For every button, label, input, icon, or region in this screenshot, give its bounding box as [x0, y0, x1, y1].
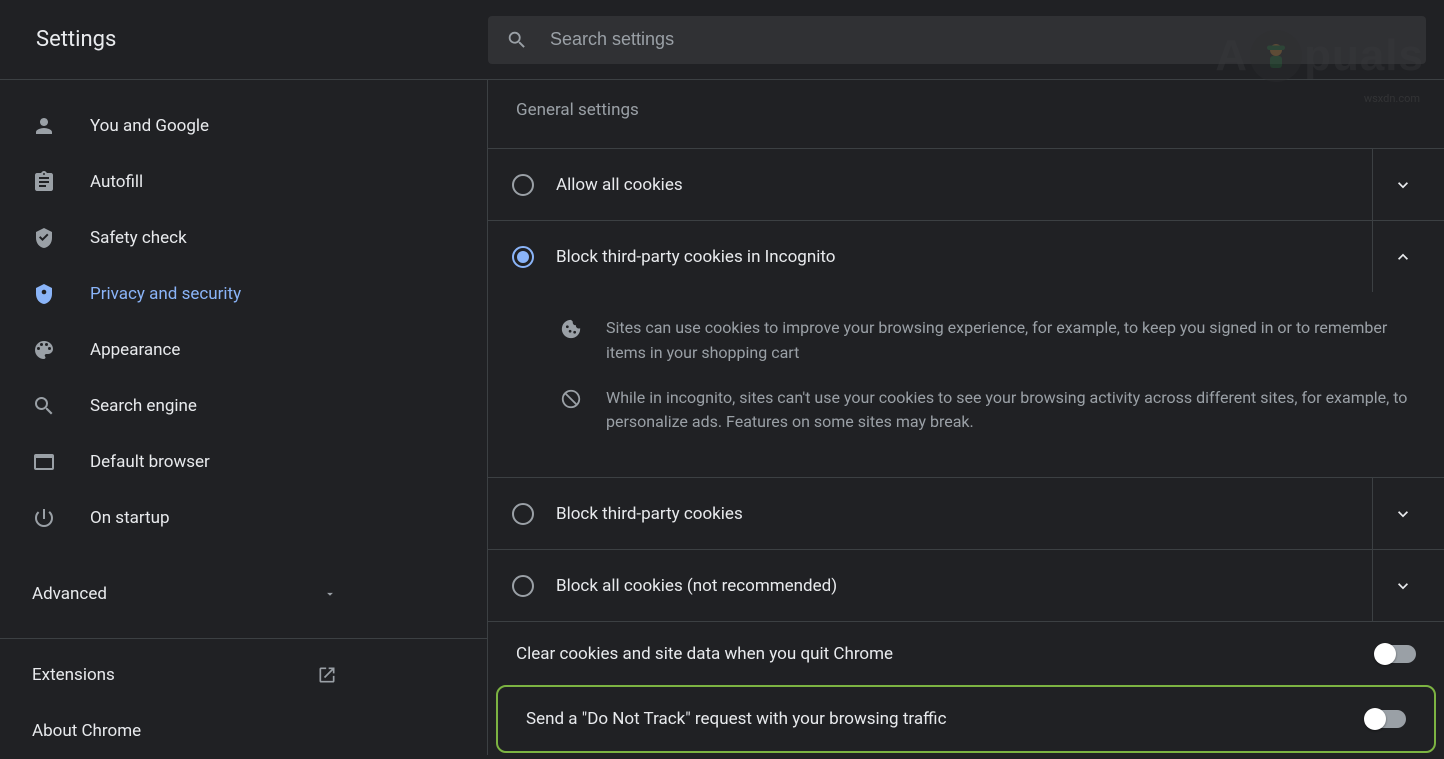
sidebar-item-default-browser[interactable]: Default browser: [0, 434, 487, 490]
radio-icon: [512, 575, 534, 597]
radio-block-third-party-incognito[interactable]: Block third-party cookies in Incognito: [488, 220, 1444, 292]
browser-icon: [32, 450, 56, 474]
sidebar-item-label: You and Google: [90, 116, 209, 136]
radio-label: Allow all cookies: [556, 175, 1372, 195]
shield-check-icon: [32, 226, 56, 250]
person-icon: [32, 114, 56, 138]
radio-details: Sites can use cookies to improve your br…: [488, 292, 1444, 477]
search-input[interactable]: [550, 29, 1426, 50]
sidebar-item-label: On startup: [90, 508, 170, 528]
extensions-label: Extensions: [32, 665, 115, 685]
chevron-up-icon: [1393, 247, 1413, 267]
block-icon: [560, 388, 582, 410]
clipboard-icon: [32, 170, 56, 194]
sidebar-item-privacy-security[interactable]: Privacy and security: [0, 266, 487, 322]
radio-block-all-cookies[interactable]: Block all cookies (not recommended): [488, 549, 1444, 621]
expand-button[interactable]: [1372, 149, 1432, 220]
expand-button[interactable]: [1372, 550, 1432, 621]
toggle-knob: [1364, 708, 1386, 730]
sidebar-item-label: Default browser: [90, 452, 210, 472]
collapse-button[interactable]: [1372, 221, 1432, 292]
radio-label: Block all cookies (not recommended): [556, 576, 1372, 596]
radio-icon: [512, 174, 534, 196]
sidebar-item-label: Search engine: [90, 396, 197, 416]
search-box[interactable]: [488, 16, 1426, 64]
radio-label: Block third-party cookies: [556, 504, 1372, 524]
about-label: About Chrome: [32, 721, 141, 741]
sidebar-item-safety-check[interactable]: Safety check: [0, 210, 487, 266]
highlight-box: Send a "Do Not Track" request with your …: [496, 685, 1436, 753]
search-icon: [32, 394, 56, 418]
radio-allow-all-cookies[interactable]: Allow all cookies: [488, 148, 1444, 220]
sidebar-item-autofill[interactable]: Autofill: [0, 154, 487, 210]
sidebar-item-you-and-google[interactable]: You and Google: [0, 98, 487, 154]
sidebar-item-appearance[interactable]: Appearance: [0, 322, 487, 378]
chevron-down-icon: [323, 587, 337, 601]
cookie-icon: [560, 318, 582, 340]
sidebar-item-label: Privacy and security: [90, 284, 241, 304]
detail-text: Sites can use cookies to improve your br…: [606, 316, 1414, 366]
page-title: Settings: [0, 27, 488, 52]
advanced-label: Advanced: [32, 584, 107, 604]
search-icon: [506, 29, 528, 51]
toggle-label: Send a "Do Not Track" request with your …: [526, 709, 1366, 729]
sidebar-item-search-engine[interactable]: Search engine: [0, 378, 487, 434]
toggle-do-not-track[interactable]: Send a "Do Not Track" request with your …: [498, 687, 1434, 751]
content: General settings Allow all cookies Block…: [488, 80, 1444, 755]
toggle-switch[interactable]: [1366, 710, 1406, 728]
palette-icon: [32, 338, 56, 362]
toggle-switch[interactable]: [1376, 645, 1416, 663]
radio-icon: [512, 246, 534, 268]
sidebar-item-label: Safety check: [90, 228, 187, 248]
chevron-down-icon: [1393, 175, 1413, 195]
expand-button[interactable]: [1372, 478, 1432, 549]
chevron-down-icon: [1393, 504, 1413, 524]
toggle-label: Clear cookies and site data when you qui…: [516, 644, 1376, 664]
shield-icon: [32, 282, 56, 306]
layout: You and Google Autofill Safety check Pri…: [0, 80, 1444, 755]
radio-icon: [512, 503, 534, 525]
sidebar-item-label: Appearance: [90, 340, 180, 360]
sidebar-item-label: Autofill: [90, 172, 143, 192]
chevron-down-icon: [1393, 576, 1413, 596]
power-icon: [32, 506, 56, 530]
toggle-knob: [1374, 643, 1396, 665]
detail-text: While in incognito, sites can't use your…: [606, 386, 1414, 436]
detail-row: Sites can use cookies to improve your br…: [560, 316, 1414, 366]
header: Settings: [0, 0, 1444, 80]
radio-label: Block third-party cookies in Incognito: [556, 247, 1372, 267]
open-in-new-icon: [317, 665, 337, 685]
sidebar-item-about-chrome[interactable]: About Chrome: [0, 703, 487, 759]
section-title: General settings: [488, 100, 1444, 148]
toggle-clear-on-quit[interactable]: Clear cookies and site data when you qui…: [488, 621, 1444, 685]
sidebar-divider: [0, 638, 487, 639]
sidebar: You and Google Autofill Safety check Pri…: [0, 80, 488, 755]
detail-row: While in incognito, sites can't use your…: [560, 386, 1414, 436]
radio-block-third-party[interactable]: Block third-party cookies: [488, 477, 1444, 549]
sidebar-item-extensions[interactable]: Extensions: [0, 647, 487, 703]
sidebar-item-on-startup[interactable]: On startup: [0, 490, 487, 546]
sidebar-advanced[interactable]: Advanced: [0, 566, 487, 622]
